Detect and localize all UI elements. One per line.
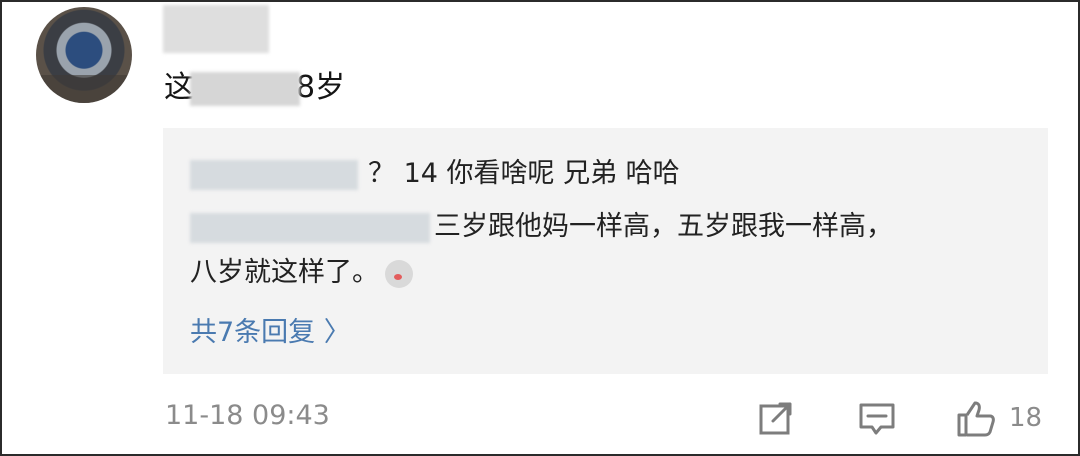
husky-emoji-icon	[385, 259, 413, 288]
reply-line-1: ？ 14 你看啥呢 兄弟 哈哈	[190, 155, 680, 193]
comment-text: 这 8岁	[164, 68, 345, 108]
share-icon	[759, 402, 792, 435]
thumbs-up-icon	[957, 401, 995, 437]
avatar[interactable]	[36, 7, 132, 103]
reply-line-2-continued: 八岁就这样了。	[190, 254, 413, 292]
reply-text: ？ 14 你看啥呢 兄弟 哈哈	[368, 158, 680, 189]
like-button[interactable]: 18	[955, 398, 1042, 438]
blurred-reply-username[interactable]	[190, 212, 430, 243]
reply-preview-box[interactable]: ？ 14 你看啥呢 兄弟 哈哈 三岁跟他妈一样高，五岁跟我一样高， 八岁就这样了…	[163, 128, 1048, 374]
more-replies-link[interactable]: 共7条回复 〉	[190, 310, 351, 349]
redacted-text	[190, 71, 300, 106]
reply-text-continuation: 八岁就这样了。	[190, 257, 379, 288]
reply-text: 三岁跟他妈一样高，五岁跟我一样高，	[434, 211, 893, 242]
comment-text-suffix: 8岁	[296, 70, 346, 105]
share-button[interactable]	[756, 398, 796, 438]
comment-timestamp: 11-18 09:43	[165, 400, 330, 431]
like-count: 18	[1009, 403, 1043, 433]
avatar-image-detail	[36, 75, 132, 103]
blurred-reply-username[interactable]	[190, 159, 358, 190]
comment-icon	[859, 403, 895, 435]
reply-line-2: 三岁跟他妈一样高，五岁跟我一样高，	[190, 208, 893, 246]
comment-button[interactable]	[857, 398, 897, 438]
blurred-username[interactable]	[163, 5, 269, 53]
